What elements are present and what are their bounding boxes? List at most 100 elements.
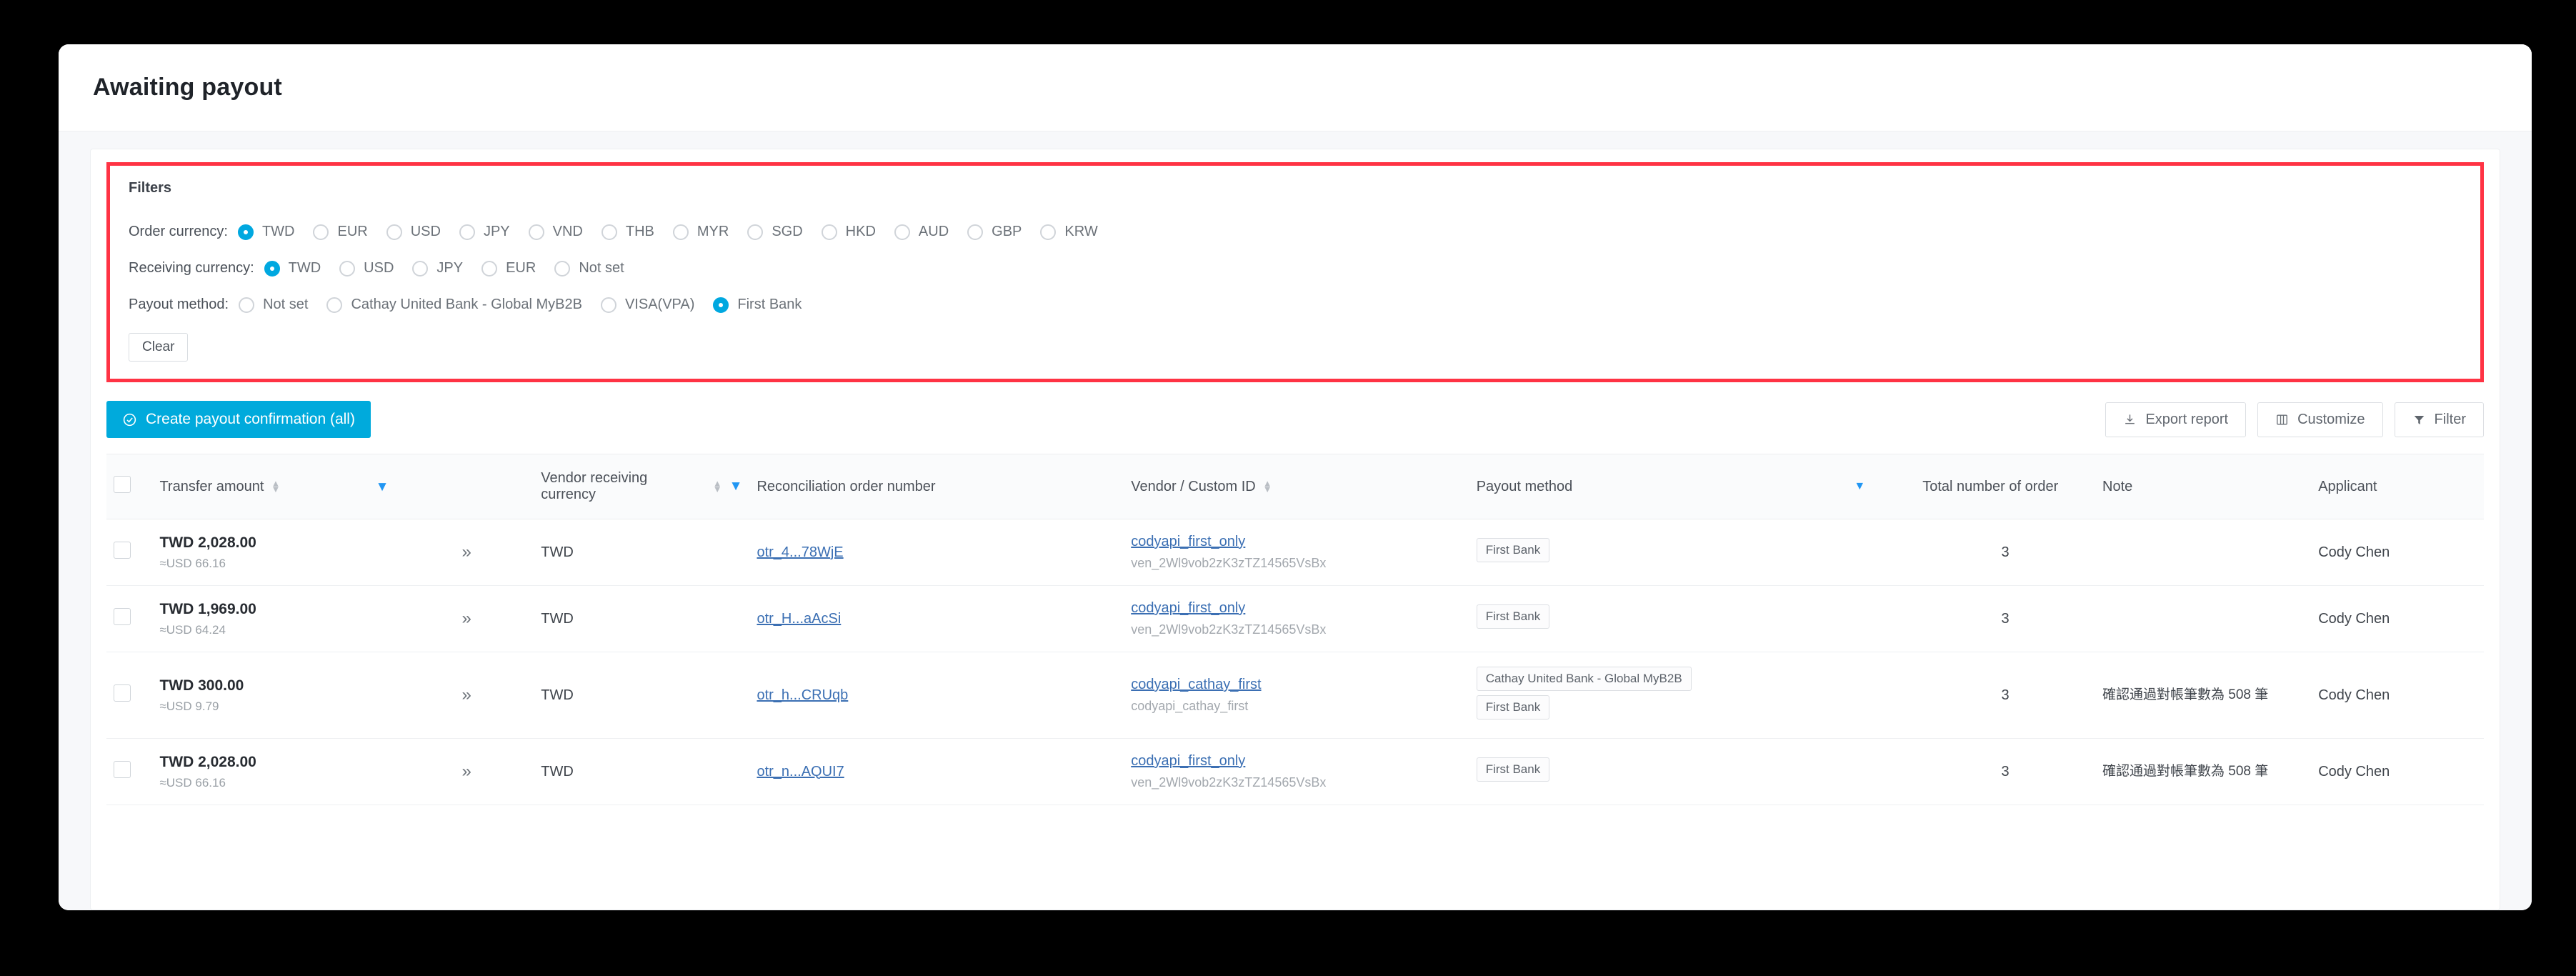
vendor-name-link[interactable]: codyapi_cathay_first <box>1131 677 1261 692</box>
filter-funnel-icon[interactable]: ▼ <box>376 479 389 494</box>
filter-option[interactable]: Not set <box>554 260 624 277</box>
transfer-amount-usd: ≈USD 64.24 <box>159 622 226 637</box>
radio-button[interactable] <box>386 224 402 240</box>
total-orders-value: 3 <box>2001 610 2010 627</box>
radio-button[interactable] <box>554 260 571 277</box>
radio-button[interactable] <box>747 224 764 240</box>
radio-button[interactable] <box>672 224 689 240</box>
header-transfer-amount-filter[interactable]: ▼ <box>368 454 455 519</box>
reconciliation-order-link[interactable]: otr_n...AQUI7 <box>757 764 844 780</box>
filter-option[interactable]: Not set <box>239 297 308 313</box>
customize-button[interactable]: Customize <box>2257 402 2383 437</box>
header-applicant: Applicant <box>2311 454 2484 519</box>
export-report-button[interactable]: Export report <box>2105 402 2247 437</box>
filter-option[interactable]: Cathay United Bank - Global MyB2B <box>326 297 582 313</box>
select-all-checkbox[interactable] <box>114 476 131 493</box>
radio-button[interactable] <box>528 224 544 240</box>
table-row[interactable]: TWD 300.00 ≈USD 9.79» TWD otr_h...CRUqb cody… <box>106 652 2484 739</box>
filter-option[interactable]: TWD <box>264 260 321 277</box>
filter-option[interactable]: First Bank <box>713 297 802 313</box>
filter-option[interactable]: GBP <box>967 224 1022 240</box>
radio-button[interactable] <box>412 260 429 277</box>
reconciliation-order-link[interactable]: otr_4...78WjE <box>757 544 843 560</box>
header-payout-method[interactable]: Payout method ▼ <box>1469 454 1916 519</box>
header-transfer-amount[interactable]: Transfer amount ▲ ▼ <box>152 454 369 519</box>
filter-option-label: TWD <box>288 260 321 276</box>
radio-button[interactable] <box>237 224 254 240</box>
filter-option[interactable]: TWD <box>237 224 294 240</box>
row-checkbox[interactable] <box>114 761 131 778</box>
row-checkbox[interactable] <box>114 684 131 702</box>
vendor-id-text: ven_2Wl9vob2zK3zTZ14565VsBx <box>1131 622 1327 637</box>
transfer-amount-value: TWD 1,969.00 <box>159 600 256 617</box>
cell-applicant: Cody Chen <box>2311 738 2484 805</box>
cell-reconciliation-order-number: otr_H...aAcSi <box>749 585 1124 652</box>
filter-funnel-icon[interactable]: ▼ <box>1854 480 1865 493</box>
filter-option[interactable]: SGD <box>747 224 803 240</box>
radio-button[interactable] <box>239 297 255 313</box>
filter-option[interactable]: EUR <box>313 224 368 240</box>
create-payout-confirmation-button[interactable]: Create payout confirmation (all) <box>106 401 371 438</box>
transfer-amount-usd: ≈USD 9.79 <box>159 699 219 713</box>
row-checkbox[interactable] <box>114 542 131 559</box>
filter-option[interactable]: JPY <box>412 260 463 277</box>
filter-option[interactable]: THB <box>601 224 654 240</box>
filter-option-label: THB <box>625 224 654 239</box>
filter-option[interactable]: HKD <box>821 224 876 240</box>
filter-option[interactable]: USD <box>339 260 394 277</box>
radio-button[interactable] <box>326 297 343 313</box>
radio-button[interactable] <box>481 260 498 277</box>
header-vendor-receiving-currency[interactable]: Vendor receiving currency ▲ ▼ ▼ <box>534 454 750 519</box>
cell-applicant: Cody Chen <box>2311 519 2484 586</box>
table-row[interactable]: TWD 2,028.00 ≈USD 66.16 » TWD otr_4...78WjE c… <box>106 519 2484 586</box>
radio-button[interactable] <box>713 297 729 313</box>
cell-vendor-receiving-currency: TWD <box>534 738 750 805</box>
vendor-name-link[interactable]: codyapi_first_only <box>1131 753 1245 769</box>
filter-funnel-icon[interactable]: ▼ <box>729 479 743 494</box>
reconciliation-order-link[interactable]: otr_H...aAcSi <box>757 611 841 627</box>
vendor-name-link[interactable]: codyapi_first_only <box>1131 534 1245 549</box>
sort-icon[interactable]: ▲ ▼ <box>271 479 280 494</box>
filter-option[interactable]: AUD <box>894 224 949 240</box>
table-toolbar: Create payout confirmation (all) Export … <box>91 382 2500 454</box>
cell-vendor-custom-id: codyapi_cathay_first codyapi_cathay_first <box>1124 652 1469 739</box>
radio-button[interactable] <box>313 224 329 240</box>
table-row[interactable]: TWD 2,028.00 ≈USD 66.16 » TWD otr_n...AQUI7 c… <box>106 738 2484 805</box>
radio-button[interactable] <box>459 224 475 240</box>
filter-option[interactable]: JPY <box>459 224 510 240</box>
filter-option[interactable]: VISA(VPA) <box>600 297 694 313</box>
sort-icon[interactable]: ▲ ▼ <box>713 479 722 494</box>
radio-button[interactable] <box>339 260 356 277</box>
header-vendor-custom-id[interactable]: Vendor / Custom ID ▲ ▼ <box>1124 454 1469 519</box>
row-checkbox[interactable] <box>114 608 131 625</box>
radio-button[interactable] <box>1040 224 1057 240</box>
filter-option[interactable]: KRW <box>1040 224 1098 240</box>
reconciliation-order-link[interactable]: otr_h...CRUqb <box>757 687 848 703</box>
cell-note <box>2095 519 2312 586</box>
cell-amount-filter-spacer <box>368 652 455 739</box>
sort-icon[interactable]: ▲ ▼ <box>1263 479 1272 494</box>
radio-button[interactable] <box>894 224 910 240</box>
filter-row-label: Order currency: <box>129 224 228 239</box>
radio-button[interactable] <box>821 224 837 240</box>
radio-button[interactable] <box>600 297 616 313</box>
clear-filters-button[interactable]: Clear <box>129 333 189 362</box>
double-chevron-icon: » <box>461 685 471 704</box>
cell-note: 確認通過對帳筆數為 508 筆 <box>2095 652 2312 739</box>
filter-option[interactable]: VND <box>528 224 583 240</box>
filter-button[interactable]: Filter <box>2394 402 2484 437</box>
header-vendor-receiving-currency-label: Vendor receiving currency <box>541 470 648 502</box>
filter-option[interactable]: EUR <box>481 260 536 277</box>
cell-amount-filter-spacer <box>368 585 455 652</box>
filter-option-label: Not set <box>263 297 309 312</box>
table-row[interactable]: TWD 1,969.00 ≈USD 64.24 » TWD otr_H...aAcSi c… <box>106 585 2484 652</box>
radio-button[interactable] <box>264 260 280 277</box>
filter-option-label: HKD <box>845 224 876 239</box>
radio-button[interactable] <box>967 224 984 240</box>
vendor-name-link[interactable]: codyapi_first_only <box>1131 600 1245 616</box>
radio-button[interactable] <box>601 224 617 240</box>
filter-option-label: First Bank <box>737 297 802 312</box>
filter-option[interactable]: MYR <box>672 224 729 240</box>
filter-option[interactable]: USD <box>386 224 441 240</box>
screen-background: Awaiting payout Filters Order currency: T… <box>0 0 2576 976</box>
